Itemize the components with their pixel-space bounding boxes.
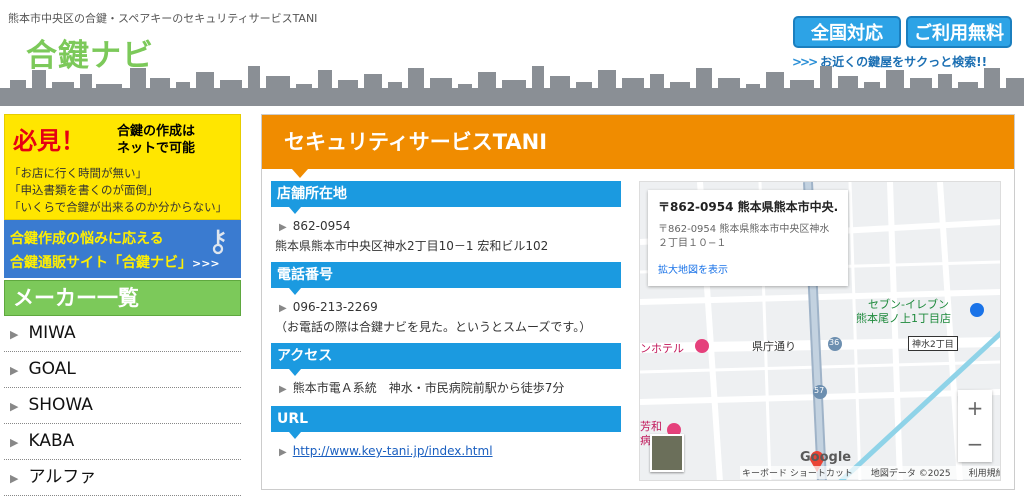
triangle-icon: ▶ bbox=[10, 328, 19, 341]
section-notch bbox=[289, 369, 301, 376]
triangle-icon: ▶ bbox=[279, 384, 287, 395]
section-notch bbox=[289, 288, 301, 295]
section-body-url: ▶ http://www.key-tani.jp/index.html bbox=[271, 432, 621, 487]
map-label-route-36: 36 bbox=[829, 338, 840, 347]
promo-subheadline: 合鍵の作成は ネットで可能 bbox=[117, 123, 195, 157]
map-footer[interactable]: キーボード ショートカット 地図データ ©2025 利用規約 bbox=[740, 466, 1000, 479]
maker-item-miwa[interactable]: ▶ MIWA bbox=[4, 316, 241, 352]
promo-worry-2: 「申込書類を書くのが面倒」 bbox=[9, 183, 159, 197]
section-head-address: 店舗所在地 bbox=[271, 181, 621, 214]
google-map[interactable]: 〒862-0954 熊本県熊本市中央... 〒862-0954 熊本県熊本市中央… bbox=[639, 181, 1001, 481]
shop-detail-panel: セキュリティサービスTANI 店舗所在地 ▶ 862-0954 熊本県熊本市中央区… bbox=[261, 114, 1015, 490]
section-head-label: URL bbox=[277, 411, 309, 427]
title-notch bbox=[292, 169, 308, 178]
map-label-road: 県庁通り bbox=[752, 340, 796, 353]
maker-label: GOAL bbox=[28, 359, 76, 379]
city-skyline-graphic bbox=[0, 66, 1024, 106]
promo-blue-line-1: 合鍵作成の悩みに応える bbox=[10, 231, 164, 247]
promo-blue-line-2-text: 合鍵通販サイト「合鍵ナビ」 bbox=[10, 255, 192, 271]
maker-label: MIWA bbox=[28, 323, 76, 343]
google-logo: Google bbox=[800, 450, 852, 465]
triangle-icon: ▶ bbox=[279, 303, 287, 314]
section-head-label: アクセス bbox=[277, 348, 333, 364]
free-use-badge: ご利用無料 bbox=[906, 16, 1012, 48]
map-zoom-control: + − bbox=[958, 390, 992, 462]
section-head-url: URL bbox=[271, 406, 621, 439]
shop-url-link[interactable]: http://www.key-tani.jp/index.html bbox=[293, 444, 493, 458]
promo-sub-line-2: ネットで可能 bbox=[117, 141, 196, 156]
promo-worry-3: 「いくらで合鍵が出来るのか分からない」 bbox=[9, 200, 228, 214]
maker-label: アルファ bbox=[28, 467, 97, 487]
maker-item-alpha[interactable]: ▶ アルファ bbox=[4, 460, 241, 496]
map-label-route-57: 57 bbox=[814, 386, 825, 395]
map-card-address: 〒862-0954 熊本県熊本市中央区神水 ２丁目１０−１ bbox=[658, 223, 838, 251]
maker-item-kaba[interactable]: ▶ KABA bbox=[4, 424, 241, 460]
map-label-711-branch: 熊本尾ノ上1丁目店 bbox=[856, 312, 951, 325]
satellite-toggle[interactable] bbox=[650, 434, 684, 472]
promo-worry-1: 「お店に行く時間が無い」 bbox=[9, 166, 147, 180]
triangle-icon: ▶ bbox=[279, 447, 287, 458]
promo-headline: 必見！ bbox=[13, 127, 85, 155]
triangle-icon: ▶ bbox=[10, 400, 19, 413]
phone-note: （お電話の際は合鍵ナビを見た。というとスムーズです。） bbox=[275, 320, 592, 334]
maker-list-heading: メーカー一覧 bbox=[4, 280, 241, 316]
nationwide-badge: 全国対応 bbox=[793, 16, 901, 48]
section-body-phone: ▶ 096-213-2269 （お電話の際は合鍵ナビを見た。というとスムーズです。… bbox=[271, 288, 621, 343]
shop-title: セキュリティサービスTANI bbox=[262, 115, 1014, 169]
promo-banner-yellow[interactable]: 必見！ 合鍵の作成は ネットで可能 「お店に行く時間が無い」 「申込書類を書くの… bbox=[4, 114, 241, 220]
map-label-jinsui: 神水2丁目 bbox=[908, 336, 958, 351]
triangle-icon: ▶ bbox=[10, 436, 19, 449]
map-info-card: 〒862-0954 熊本県熊本市中央... 〒862-0954 熊本県熊本市中央… bbox=[648, 190, 848, 286]
section-notch bbox=[289, 207, 301, 214]
section-notch bbox=[289, 432, 301, 439]
maker-label: SHOWA bbox=[28, 395, 93, 415]
map-label-hotel: ンホテル bbox=[640, 342, 684, 355]
section-head-label: 電話番号 bbox=[277, 267, 333, 283]
postal-code: 862-0954 bbox=[292, 219, 351, 233]
zoom-in-button[interactable]: + bbox=[958, 390, 992, 426]
triangle-icon: ▶ bbox=[10, 472, 19, 485]
map-enlarge-link[interactable]: 拡大地図を表示 bbox=[658, 261, 838, 276]
sidebar: 必見！ 合鍵の作成は ネットで可能 「お店に行く時間が無い」 「申込書類を書くの… bbox=[4, 114, 241, 496]
map-card-address-1: 〒862-0954 熊本県熊本市中央区神水 bbox=[658, 224, 830, 235]
triangle-icon: ▶ bbox=[10, 364, 19, 377]
map-card-address-2: ２丁目１０−１ bbox=[658, 238, 727, 249]
access-text: 熊本市電Ａ系統 神水・市民病院前駅から徒歩7分 bbox=[292, 381, 565, 395]
site-header: 熊本市中央区の合鍵・スペアキーのセキュリティサービスTANI 合鍵ナビ 全国対応… bbox=[0, 0, 1024, 108]
triangle-icon: ▶ bbox=[279, 222, 287, 233]
shop-info: 店舗所在地 ▶ 862-0954 熊本県熊本市中央区神水2丁目10－1 宏和ビル1… bbox=[271, 181, 621, 487]
promo-banner-blue[interactable]: 合鍵作成の悩みに応える 合鍵通販サイト「合鍵ナビ」>>> ⚷ bbox=[4, 220, 241, 278]
maker-label: KABA bbox=[28, 431, 75, 451]
promo-blue-line-2: 合鍵通販サイト「合鍵ナビ」>>> bbox=[10, 252, 220, 272]
key-icon: ⚷ bbox=[207, 224, 229, 259]
promo-worries: 「お店に行く時間が無い」 「申込書類を書くのが面倒」 「いくらで合鍵が出来るのか… bbox=[9, 165, 227, 216]
phone-number[interactable]: 096-213-2269 bbox=[293, 300, 378, 314]
promo-sub-line-1: 合鍵の作成は bbox=[117, 124, 196, 139]
section-body-access: ▶ 熊本市電Ａ系統 神水・市民病院前駅から徒歩7分 bbox=[271, 369, 621, 406]
section-body-address: ▶ 862-0954 熊本県熊本市中央区神水2丁目10－1 宏和ビル102 bbox=[271, 207, 621, 262]
section-head-phone: 電話番号 bbox=[271, 262, 621, 295]
section-head-label: 店舗所在地 bbox=[277, 186, 347, 202]
map-card-title: 〒862-0954 熊本県熊本市中央... bbox=[658, 200, 838, 214]
maker-item-goal[interactable]: ▶ GOAL bbox=[4, 352, 241, 388]
site-tagline: 熊本市中央区の合鍵・スペアキーのセキュリティサービスTANI bbox=[8, 12, 318, 25]
zoom-out-button[interactable]: − bbox=[958, 426, 992, 462]
section-head-access: アクセス bbox=[271, 343, 621, 376]
address-text: 熊本県熊本市中央区神水2丁目10－1 宏和ビル102 bbox=[275, 239, 549, 253]
maker-item-showa[interactable]: ▶ SHOWA bbox=[4, 388, 241, 424]
